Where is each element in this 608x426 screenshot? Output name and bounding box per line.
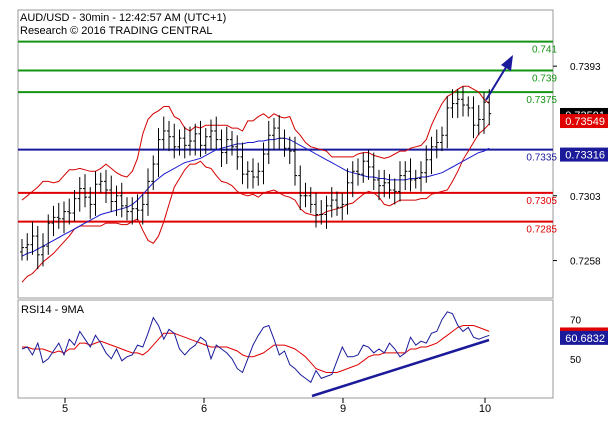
rsi-axis-tick-label-0: 70 — [570, 316, 582, 327]
x-axis-tick-label-2: 9 — [340, 403, 346, 415]
level-label-2: 0.7375 — [526, 95, 557, 106]
chart-title: AUD/USD - 30min - 12:42:57 AM (UTC+1) — [20, 12, 226, 24]
rsi-axis-tick-label-1: 50 — [570, 355, 582, 366]
moving-average-tag: 0.73316 — [565, 150, 605, 162]
rsi-panel-label: RSI14 - 9MA — [21, 304, 85, 316]
x-axis-tick-label-1: 6 — [201, 403, 207, 415]
level-label-5: 0.7285 — [526, 225, 557, 236]
rsi-ma-value-tag: 60.6832 — [565, 333, 605, 345]
x-axis-tick-label-0: 5 — [62, 403, 68, 415]
price-axis-tick-label-1: 0.7303 — [570, 192, 601, 203]
chart-root: AUD/USD - 30min - 12:42:57 AM (UTC+1) Re… — [0, 0, 608, 421]
level-label-3: 0.7335 — [526, 153, 557, 164]
price-axis-tick-label-2: 0.7258 — [570, 257, 601, 268]
x-axis-tick-label-3: 10 — [479, 403, 491, 415]
price-axis-tick-label-0: 0.7393 — [570, 62, 601, 73]
bollinger-value-tag: 0.73549 — [565, 116, 605, 128]
level-label-0: 0.741 — [532, 45, 557, 56]
level-label-1: 0.739 — [532, 73, 557, 84]
chart-subtitle: Research © 2016 TRADING CENTRAL — [20, 25, 213, 37]
chart-svg: AUD/USD - 30min - 12:42:57 AM (UTC+1) Re… — [0, 0, 608, 421]
level-label-4: 0.7305 — [526, 196, 557, 207]
